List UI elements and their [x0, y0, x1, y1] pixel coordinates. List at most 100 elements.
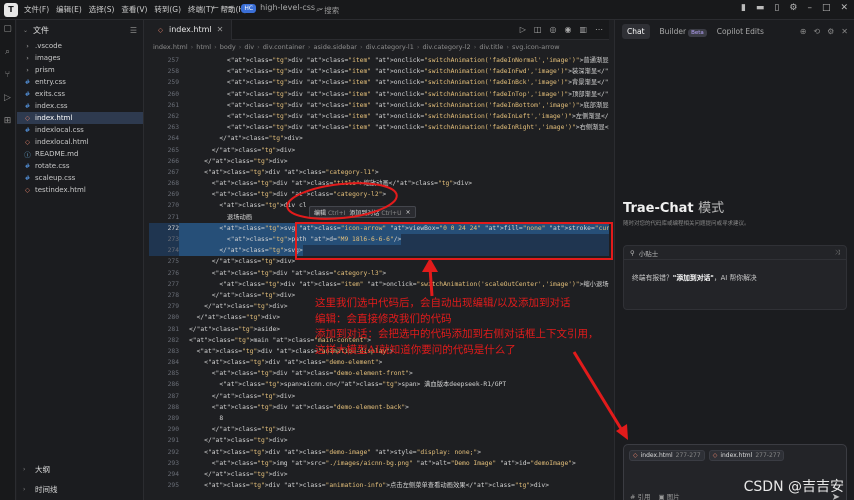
code-area[interactable]: 257 <"at">class="tg">div "at">class="ite…	[149, 55, 609, 491]
timeline-section[interactable]: › 时间线	[17, 482, 144, 496]
layout-left-icon[interactable]: ▮	[741, 3, 746, 13]
code-line[interactable]: 285 <"at">class="tg">div "at">class="dem…	[149, 368, 609, 379]
code-line[interactable]: 289 8	[149, 413, 609, 424]
tree-item[interactable]: # exits.css	[17, 88, 143, 100]
code-line[interactable]: 259 <"at">class="tg">div "at">class="ite…	[149, 77, 609, 88]
layout-right-icon[interactable]: ▯	[774, 3, 779, 13]
code-line[interactable]: 261 <"at">class="tg">div "at">class="ite…	[149, 100, 609, 111]
tab-chat[interactable]: Chat	[622, 23, 650, 39]
tree-item[interactable]: # scaleup.css	[17, 172, 143, 184]
code-line[interactable]: 286 <"at">class="tg">span>aicnn.cn</"at"…	[149, 379, 609, 390]
debug-icon[interactable]: ▷	[4, 93, 11, 103]
close-icon[interactable]: ✕	[840, 3, 848, 13]
extensions-icon[interactable]: ⊞	[4, 116, 12, 126]
tree-item[interactable]: # index.css	[17, 100, 143, 112]
tree-item[interactable]: › prism	[17, 64, 143, 76]
maximize-icon[interactable]: □	[822, 3, 831, 13]
split-icon[interactable]: ◫	[534, 25, 542, 34]
chevron-down-icon[interactable]: ⌄	[23, 27, 29, 34]
code-line[interactable]: 263 <"at">class="tg">div "at">class="ite…	[149, 122, 609, 133]
breadcrumb-item[interactable]: index.html	[153, 43, 188, 51]
menu-item[interactable]: 终端(T)	[188, 4, 213, 15]
tree-item[interactable]: ⓘ README.md	[17, 148, 143, 160]
code-line[interactable]: 288 <"at">class="tg">div "at">class="dem…	[149, 402, 609, 413]
code-line[interactable]: 262 <"at">class="tg">div "at">class="ite…	[149, 111, 609, 122]
code-line[interactable]: 274 </"at">class="tg">svg>	[149, 245, 609, 257]
more-icon[interactable]: ⋯	[595, 25, 603, 34]
tab-index-html[interactable]: ◇ index.html ✕	[149, 19, 233, 40]
layout-bottom-icon[interactable]: ▬	[756, 3, 765, 13]
tree-item[interactable]: ◇ testindex.html	[17, 184, 143, 196]
code-line[interactable]: 290 </"at">class="tg">div>	[149, 424, 609, 435]
code-line[interactable]: 266 </"at">class="tg">div>	[149, 156, 609, 167]
breadcrumb-item[interactable]: div	[244, 43, 254, 51]
code-line[interactable]: 272 <"at">class="tg">svg "at">class="ico…	[149, 222, 609, 234]
panel-settings-icon[interactable]: ⚙	[827, 27, 834, 36]
breadcrumb-item[interactable]: div.category-l2	[422, 43, 470, 51]
run-icon[interactable]: ▷	[520, 25, 526, 34]
code-line[interactable]: 264 </"at">class="tg">div>	[149, 133, 609, 144]
breadcrumb-item[interactable]: body	[220, 43, 236, 51]
layout-icon[interactable]: ▥	[579, 25, 587, 34]
explorer-menu-icon[interactable]: ☰	[130, 26, 137, 35]
context-chip[interactable]: ◇ index.html 277-277	[708, 450, 785, 461]
menu-item[interactable]: 编辑(E)	[56, 4, 82, 15]
code-line[interactable]: 291 </"at">class="tg">div>	[149, 435, 609, 446]
breadcrumb-item[interactable]: div.title	[479, 43, 503, 51]
breadcrumb-item[interactable]: html	[196, 43, 211, 51]
close-popup-icon[interactable]: ×	[405, 209, 410, 216]
search-input[interactable]: ⌕ 搜索	[316, 4, 386, 16]
context-chip[interactable]: ◇ index.html 277-277	[629, 450, 705, 461]
tree-item[interactable]: › images	[17, 52, 143, 64]
panel-close-icon[interactable]: ✕	[841, 27, 848, 36]
tip-shuffle-icon[interactable]: ⤨	[835, 248, 840, 257]
edit-button[interactable]: 编辑 Ctrl+I	[314, 208, 345, 217]
code-line[interactable]: 295 <"at">class="tg">div "at">class="ani…	[149, 480, 609, 491]
reference-button[interactable]: # 引用	[630, 491, 651, 500]
code-line[interactable]: 294 </"at">class="tg">div>	[149, 469, 609, 480]
minimize-icon[interactable]: –	[807, 3, 812, 13]
code-line[interactable]: 292 <"at">class="tg">div "at">class="dem…	[149, 447, 609, 458]
menu-item[interactable]: 选择(S)	[89, 4, 115, 15]
record-icon[interactable]: ◉	[564, 25, 571, 34]
code-line[interactable]: 260 <"at">class="tg">div "at">class="ite…	[149, 89, 609, 100]
breadcrumb-item[interactable]: svg.icon-arrow	[512, 43, 560, 51]
code-line[interactable]: 284 <"at">class="tg">div "at">class="dem…	[149, 357, 609, 368]
breadcrumb-item[interactable]: div.category-l1	[366, 43, 414, 51]
tree-item[interactable]: # entry.css	[17, 76, 143, 88]
tree-item[interactable]: # rotate.css	[17, 160, 143, 172]
history-icon[interactable]: ⟲	[813, 27, 820, 36]
image-button[interactable]: ▣ 图片	[659, 491, 680, 500]
code-line[interactable]: 258 <"at">class="tg">div "at">class="ite…	[149, 66, 609, 77]
code-line[interactable]: 257 <"at">class="tg">div "at">class="ite…	[149, 55, 609, 66]
tree-item[interactable]: # indexlocal.css	[17, 124, 143, 136]
menu-item[interactable]: 转到(G)	[154, 4, 181, 15]
code-line[interactable]: 269 <"at">class="tg">div "at">class="cat…	[149, 189, 609, 200]
breadcrumb-item[interactable]: div.container	[263, 43, 305, 51]
outline-section[interactable]: › 大纲	[17, 462, 144, 476]
menu-item[interactable]: 文件(F)	[24, 4, 49, 15]
files-icon[interactable]: ▢	[3, 24, 12, 34]
code-line[interactable]: 277 <"at">class="tg">div "at">class="ite…	[149, 279, 609, 290]
settings-icon[interactable]: ⚙	[789, 3, 797, 13]
back-arrow-icon[interactable]: ←	[212, 3, 219, 12]
code-line[interactable]: 265 </"at">class="tg">div>	[149, 145, 609, 156]
code-line[interactable]: 276 <"at">class="tg">div "at">class="cat…	[149, 268, 609, 279]
tab-builder[interactable]: Builder Beta	[660, 27, 707, 37]
tree-item[interactable]: › .vscode	[17, 40, 143, 52]
tab-copilot-edits[interactable]: Copilot Edits	[717, 27, 764, 36]
code-line[interactable]: 293 <"at">class="tg">img "at">src="./ima…	[149, 458, 609, 469]
code-line[interactable]: 287 </"at">class="tg">div>	[149, 391, 609, 402]
code-line[interactable]: 267 <"at">class="tg">div "at">class="cat…	[149, 167, 609, 178]
project-selector[interactable]: HC high-level-css ⌄	[241, 3, 324, 13]
tree-item[interactable]: ◇ index.html	[17, 112, 143, 124]
tree-item[interactable]: ◇ indexlocal.html	[17, 136, 143, 148]
code-line[interactable]: 275 </"at">class="tg">div>	[149, 256, 609, 267]
search-sidebar-icon[interactable]: ⌕	[5, 47, 10, 57]
code-line[interactable]: 273 <"at">class="tg">path "at">d="M9 18l…	[149, 234, 609, 246]
code-line[interactable]: 268 <"at">class="tg">div "at">class="tit…	[149, 178, 609, 189]
forward-arrow-icon[interactable]: →	[227, 3, 234, 12]
add-to-chat-button[interactable]: 添加到对话 Ctrl+U	[349, 208, 401, 217]
menu-item[interactable]: 查看(V)	[121, 4, 147, 15]
preview-icon[interactable]: ◎	[549, 25, 556, 34]
